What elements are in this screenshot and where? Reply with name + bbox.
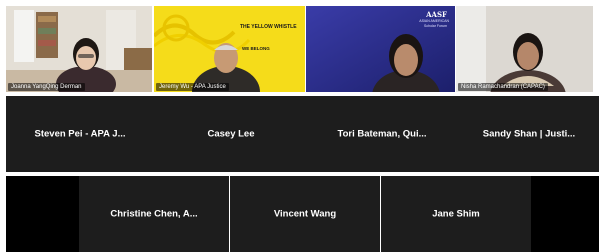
aasf-logo: AASF [426,10,447,19]
participant-tile-christine-chen[interactable]: Christine Chen, A... [79,176,229,252]
room-background [6,6,152,92]
room-background [456,6,593,92]
participant-name: Nisha Ramachandran (CAPAC) [458,83,548,91]
participant-name: Tori Bateman, Qui... [337,128,427,140]
participant-name: Jane Shim [432,208,480,220]
participant-name: Sandy Shan | Justi... [482,128,576,140]
aasf-tagline-1: ASIAN AMERICAN [419,19,449,23]
participant-name: Casey Lee [207,128,255,140]
whistle-subtitle: WE BELONG [242,46,270,51]
participant-name: Steven Pei - APA J... [34,128,126,140]
video-tile-nisha[interactable]: Nisha Ramachandran (CAPAC) [456,6,593,92]
video-tile-presenter[interactable]: AASF ASIAN AMERICAN Scholar Forum [306,6,455,92]
participant-tile-tori-bateman[interactable]: Tori Bateman, Qui... [308,96,456,172]
meeting-gallery-view: Joanna YangQing Derman THE YELLOW WHISTL… [0,0,599,252]
yellow-whistle-background [154,6,305,92]
participant-tile-casey-lee[interactable]: Casey Lee [157,96,305,172]
participant-tile-steven-pei[interactable]: Steven Pei - APA J... [6,96,154,172]
video-tile-joanna[interactable]: Joanna YangQing Derman [6,6,152,92]
participant-tile-vincent-wang[interactable]: Vincent Wang [230,176,380,252]
participant-tile-sandy-shan[interactable]: Sandy Shan | Justi... [459,96,599,172]
whistle-title: THE YELLOW WHISTLE [240,24,297,30]
participant-name: Vincent Wang [273,208,337,220]
video-tile-jeremy[interactable]: THE YELLOW WHISTLE WE BELONG Jeremy Wu -… [154,6,305,92]
participant-tile-jane-shim[interactable]: Jane Shim [381,176,531,252]
aasf-tagline-2: Scholar Forum [424,24,447,28]
participant-name: Joanna YangQing Derman [8,83,85,91]
letterbox-left [6,176,79,252]
participant-name: Christine Chen, A... [110,208,198,220]
letterbox-right [531,176,599,252]
participant-name: Jeremy Wu - APA Justice [156,83,229,91]
